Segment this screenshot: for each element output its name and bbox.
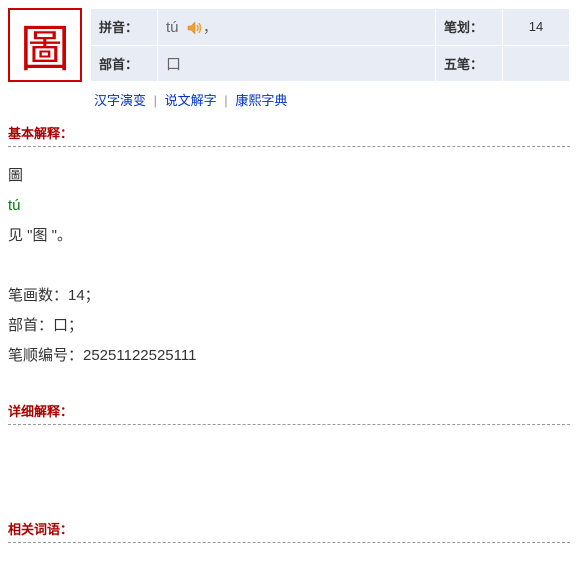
basic-explanation: 圖 tú 见 "图 "。 笔画数：14； 部首：口； 笔顺编号：25251122…	[8, 161, 570, 371]
link-evolution[interactable]: 汉字演变	[94, 93, 146, 108]
separator: |	[224, 93, 227, 108]
pinyin-value: tú ，	[158, 9, 436, 46]
pinyin-label: 拼音：	[91, 9, 158, 46]
section-basic-title: 基本解释：	[8, 123, 570, 142]
divider	[8, 424, 570, 425]
radical-value: 口	[158, 45, 436, 82]
link-kangxi[interactable]: 康熙字典	[235, 93, 287, 108]
section-related-title: 相关词语：	[8, 519, 570, 538]
strokes-value: 14	[503, 9, 570, 46]
content-stroke-order: 笔顺编号：25251122525111	[8, 341, 570, 371]
link-shuowen[interactable]: 说文解字	[165, 93, 217, 108]
wubi-label: 五笔：	[436, 45, 503, 82]
strokes-label: 笔划：	[436, 9, 503, 46]
reference-links: 汉字演变 | 说文解字 | 康熙字典	[94, 90, 570, 109]
audio-icon[interactable]	[187, 21, 203, 35]
separator: |	[154, 93, 157, 108]
info-table: 拼音： tú ， 笔划： 14 部首： 口 五笔：	[90, 8, 570, 82]
detail-content-empty	[8, 439, 570, 509]
wubi-value	[503, 45, 570, 82]
divider	[8, 146, 570, 147]
content-stroke-count: 笔画数：14；	[8, 281, 570, 311]
divider	[8, 542, 570, 543]
content-char: 圖	[8, 161, 570, 191]
radical-label: 部首：	[91, 45, 158, 82]
character-display: 圖	[8, 8, 82, 82]
section-detail-title: 详细解释：	[8, 401, 570, 420]
content-radical: 部首：口；	[8, 311, 570, 341]
content-meaning: 见 "图 "。	[8, 221, 570, 251]
content-pinyin: tú	[8, 191, 570, 221]
